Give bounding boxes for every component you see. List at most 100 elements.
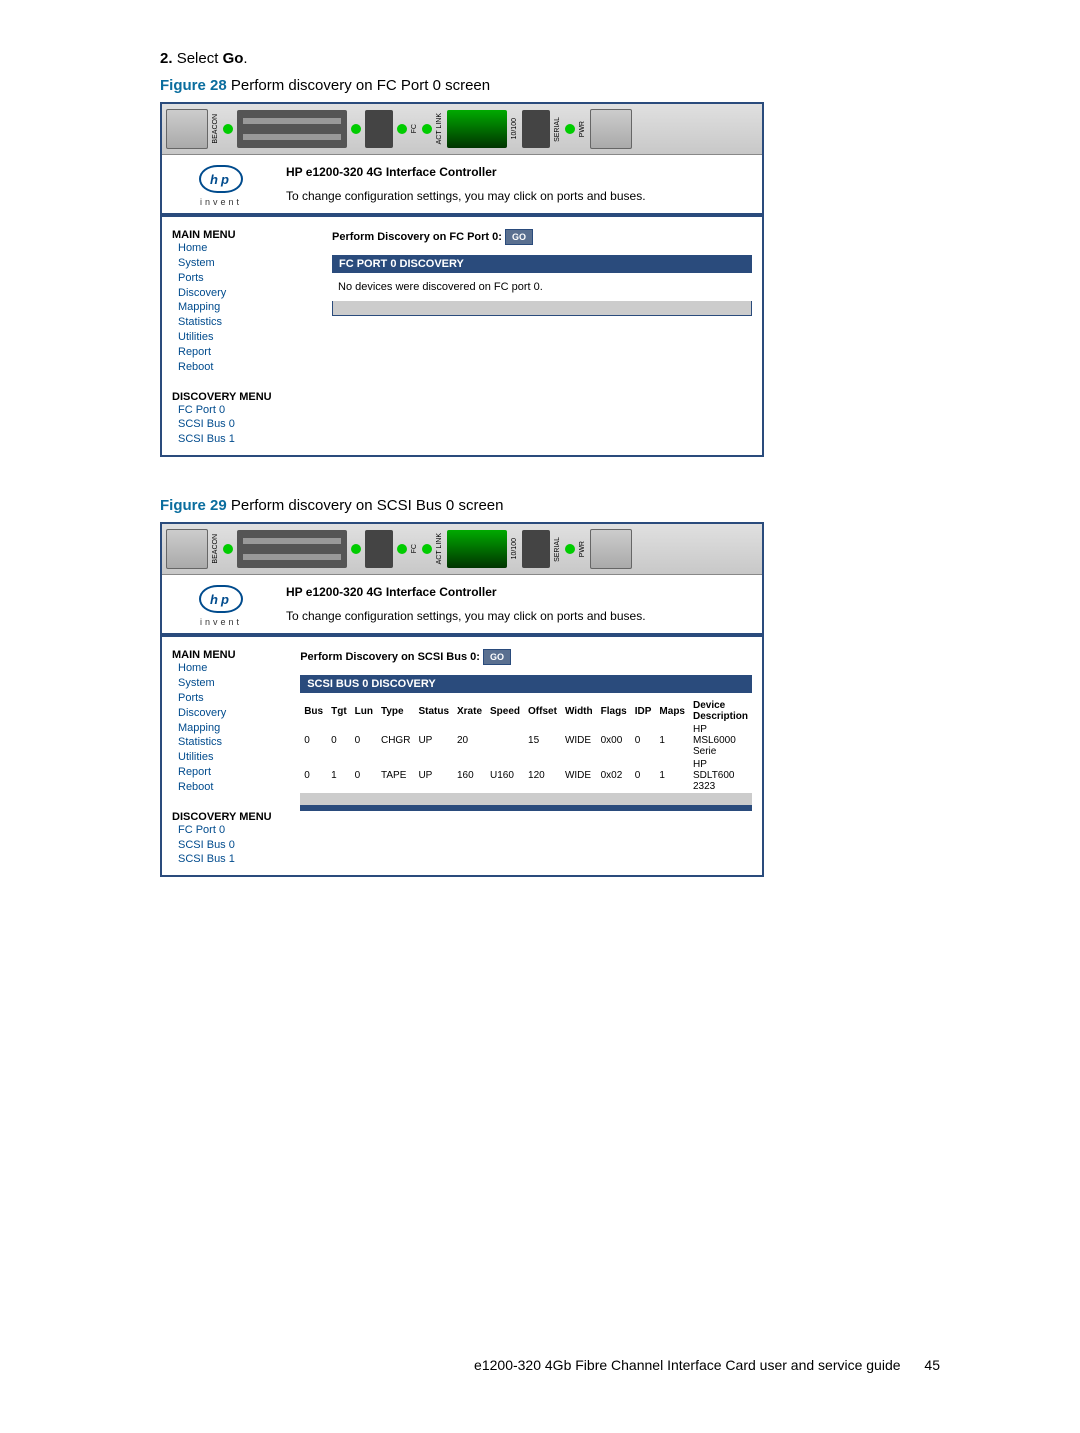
panel-label-pwr: PWR <box>579 121 586 137</box>
led-icon <box>223 544 233 554</box>
panel-screen <box>447 110 507 148</box>
screenshot-fc-port-0: BEACON FC ACT LINK 10/100 SERIAL PWR hp … <box>160 102 764 457</box>
panel-label-101: 10/100 <box>511 118 518 139</box>
panel-module <box>590 109 632 149</box>
device-front-panel: BEACON FC ACT LINK 10/100 SERIAL PWR <box>162 104 762 155</box>
panel-mini <box>522 530 550 568</box>
col-idp: IDP <box>631 699 656 723</box>
col-bus: Bus <box>300 699 327 723</box>
hp-logo: hp invent <box>176 585 266 627</box>
panel-strip <box>237 530 347 568</box>
step-period: . <box>243 50 247 67</box>
menu-item-utilities[interactable]: Utilities <box>178 330 312 345</box>
panel-mini <box>522 110 550 148</box>
controller-subtitle: To change configuration settings, you ma… <box>286 609 748 623</box>
hp-logo-icon: hp <box>199 585 243 613</box>
controller-title: HP e1200-320 4G Interface Controller <box>286 165 748 179</box>
table-row: 0 0 0 CHGR UP 20 15 WIDE 0x00 0 1 HP MSL… <box>300 723 752 758</box>
menu-item-system[interactable]: System <box>178 256 312 271</box>
col-type: Type <box>377 699 414 723</box>
discovery-table: Bus Tgt Lun Type Status Xrate Speed Offs… <box>300 699 752 811</box>
go-button[interactable]: GO <box>483 649 511 665</box>
led-icon <box>397 124 407 134</box>
menu-item-mapping[interactable]: Mapping <box>178 721 280 736</box>
table-header-row: Bus Tgt Lun Type Status Xrate Speed Offs… <box>300 699 752 723</box>
col-speed: Speed <box>486 699 524 723</box>
menu-item-scsibus1[interactable]: SCSI Bus 1 <box>178 852 280 867</box>
led-icon <box>223 124 233 134</box>
menu-item-reboot[interactable]: Reboot <box>178 360 312 375</box>
panel-module <box>590 529 632 569</box>
col-flags: Flags <box>597 699 631 723</box>
menu-item-system[interactable]: System <box>178 676 280 691</box>
menu-item-scsibus0[interactable]: SCSI Bus 0 <box>178 417 312 432</box>
device-front-panel: BEACON FC ACT LINK 10/100 SERIAL PWR <box>162 524 762 575</box>
screenshot-header: hp invent HP e1200-320 4G Interface Cont… <box>162 575 762 637</box>
discovery-message: No devices were discovered on FC port 0. <box>332 273 752 301</box>
menu-item-home[interactable]: Home <box>178 661 280 676</box>
menu-item-utilities[interactable]: Utilities <box>178 750 280 765</box>
figure-29-text: Perform discovery on SCSI Bus 0 screen <box>231 497 504 514</box>
main-menu-heading: MAIN MENU <box>172 229 312 241</box>
led-icon <box>565 544 575 554</box>
step-line: 2. Select Go. <box>160 50 980 67</box>
hp-logo-text: invent <box>200 197 242 207</box>
controller-title: HP e1200-320 4G Interface Controller <box>286 585 748 599</box>
panel-mini <box>365 110 393 148</box>
col-lun: Lun <box>351 699 377 723</box>
menu-item-fcport0[interactable]: FC Port 0 <box>178 403 312 418</box>
hp-logo: hp invent <box>176 165 266 207</box>
hp-logo-icon: hp <box>199 165 243 193</box>
panel-label-beacon: BEACON <box>212 534 219 564</box>
col-xrate: Xrate <box>453 699 486 723</box>
discovery-label: Perform Discovery on FC Port 0: <box>332 231 502 243</box>
footer-text: e1200-320 4Gb Fibre Channel Interface Ca… <box>474 1357 900 1373</box>
discovery-menu-heading: DISCOVERY MENU <box>172 811 280 823</box>
menu-item-discovery[interactable]: Discovery <box>178 706 280 721</box>
menu-item-ports[interactable]: Ports <box>178 271 312 286</box>
menu-item-mapping[interactable]: Mapping <box>178 300 312 315</box>
menu-item-statistics[interactable]: Statistics <box>178 735 280 750</box>
figure-29-caption: Figure 29 Perform discovery on SCSI Bus … <box>160 497 980 514</box>
panel-divider <box>332 301 752 316</box>
menu-item-scsibus0[interactable]: SCSI Bus 0 <box>178 838 280 853</box>
col-offset: Offset <box>524 699 561 723</box>
panel-module <box>166 529 208 569</box>
panel-label-fc: FC <box>411 544 418 553</box>
figure-29-label: Figure 29 <box>160 497 227 514</box>
menu-item-reboot[interactable]: Reboot <box>178 780 280 795</box>
table-divider <box>300 805 752 811</box>
step-number: 2. <box>160 50 173 67</box>
led-icon <box>351 124 361 134</box>
panel-label-serial: SERIAL <box>554 537 561 562</box>
discovery-panel-title: SCSI BUS 0 DISCOVERY <box>300 675 752 693</box>
led-icon <box>397 544 407 554</box>
figure-28-text: Perform discovery on FC Port 0 screen <box>231 77 490 94</box>
panel-module <box>166 109 208 149</box>
menu-item-statistics[interactable]: Statistics <box>178 315 312 330</box>
menu-item-home[interactable]: Home <box>178 241 312 256</box>
col-status: Status <box>414 699 453 723</box>
screenshot-scsi-bus-0: BEACON FC ACT LINK 10/100 SERIAL PWR hp … <box>160 522 764 877</box>
panel-mini <box>365 530 393 568</box>
menu-item-ports[interactable]: Ports <box>178 691 280 706</box>
sidebar: MAIN MENU Home System Ports Discovery Ma… <box>162 637 290 875</box>
main-panel: Perform Discovery on SCSI Bus 0: GO SCSI… <box>290 637 762 875</box>
led-icon <box>422 124 432 134</box>
menu-item-fcport0[interactable]: FC Port 0 <box>178 823 280 838</box>
menu-item-discovery[interactable]: Discovery <box>178 286 312 301</box>
panel-label-actlink: ACT LINK <box>436 113 443 144</box>
panel-label-pwr: PWR <box>579 541 586 557</box>
main-panel: Perform Discovery on FC Port 0: GO FC PO… <box>322 217 762 455</box>
panel-screen <box>447 530 507 568</box>
menu-item-scsibus1[interactable]: SCSI Bus 1 <box>178 432 312 447</box>
discovery-menu-heading: DISCOVERY MENU <box>172 391 312 403</box>
table-row: 0 1 0 TAPE UP 160 U160 120 WIDE 0x02 0 1… <box>300 758 752 793</box>
menu-item-report[interactable]: Report <box>178 345 312 360</box>
sidebar: MAIN MENU Home System Ports Discovery Ma… <box>162 217 322 455</box>
figure-28-caption: Figure 28 Perform discovery on FC Port 0… <box>160 77 980 94</box>
discovery-label: Perform Discovery on SCSI Bus 0: <box>300 651 480 663</box>
menu-item-report[interactable]: Report <box>178 765 280 780</box>
go-button[interactable]: GO <box>505 229 533 245</box>
col-width: Width <box>561 699 597 723</box>
